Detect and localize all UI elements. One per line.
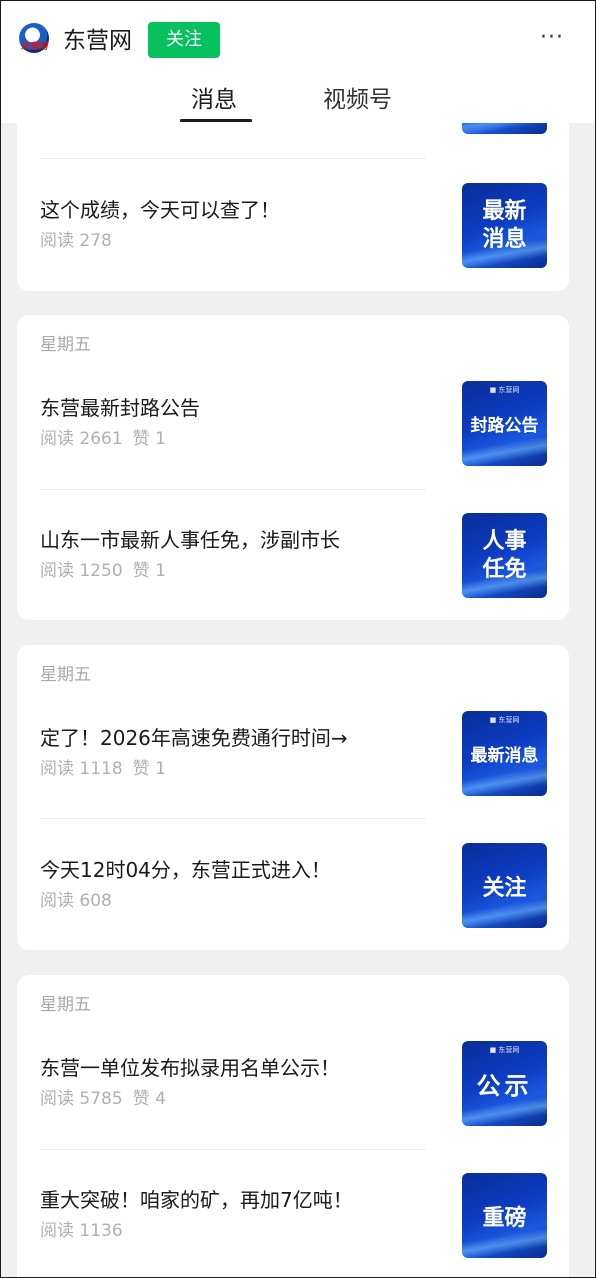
date-label: 星期五	[40, 665, 91, 685]
thumbnail-caption: 公示	[476, 1072, 533, 1100]
article-item[interactable]: 东营一单位发布拟录用名单公示！ 阅读 5785 赞 4 ■ 东营网 公示	[17, 1039, 569, 1149]
divider	[40, 158, 426, 159]
thumbnail-caption: 关注	[482, 875, 527, 901]
article-item[interactable]: 这个成绩，今天可以查了！ 阅读 278 最新 消息	[17, 181, 569, 291]
article-thumbnail[interactable]: 最新 消息	[462, 183, 547, 268]
article-thumbnail[interactable]: ■ 东营网 封路公告	[462, 381, 547, 466]
read-count: 阅读 608	[40, 891, 112, 911]
article-thumbnail[interactable]: 人事 任免	[462, 513, 547, 598]
article-title[interactable]: 重大突破！咱家的矿，再加7亿吨！	[40, 1185, 353, 1215]
article-meta: 阅读 5785 赞 4	[40, 1087, 166, 1111]
article-item[interactable]: 重大突破！咱家的矿，再加7亿吨！ 阅读 1136 重磅	[17, 1171, 569, 1277]
thumbnail-caption: 封路公告	[470, 416, 539, 436]
article-title[interactable]: 今天12时04分，东营正式进入！	[40, 855, 331, 885]
article-meta: 阅读 2661 赞 1	[40, 427, 166, 451]
read-count: 阅读 2661	[40, 429, 123, 449]
article-item[interactable]: 定了！2026年高速免费通行时间→ 阅读 1118 赞 1 ■ 东营网 最新消息	[17, 709, 569, 819]
read-count: 阅读 278	[40, 231, 112, 251]
article-item[interactable]: 山东一市最新人事任免，涉副市长 阅读 1250 赞 1 人事 任免	[17, 511, 569, 621]
thumbnail-caption: 最新消息	[470, 746, 539, 766]
like-count: 赞 1	[132, 561, 166, 581]
like-count: 赞 1	[132, 429, 166, 449]
like-count: 赞 1	[132, 759, 166, 779]
article-group-card: 星期五 东营最新封路公告 阅读 2661 赞 1 ■ 东营网 封路公告 山东一市最…	[17, 315, 569, 620]
article-meta: 阅读 1250 赞 1	[40, 559, 166, 583]
divider	[40, 489, 426, 490]
like-count: 赞 4	[132, 1089, 166, 1109]
date-label: 星期五	[40, 995, 91, 1015]
divider	[40, 818, 426, 819]
article-group-card: 星期五 东营一单位发布拟录用名单公示！ 阅读 5785 赞 4 ■ 东营网 公示 …	[17, 975, 569, 1277]
article-meta: 阅读 1136	[40, 1219, 123, 1243]
date-label: 星期五	[40, 335, 91, 355]
account-name[interactable]: 东营网	[63, 25, 132, 57]
article-title[interactable]: 这个成绩，今天可以查了！	[40, 195, 280, 225]
article-thumbnail[interactable]: 重磅	[462, 1173, 547, 1258]
thumbnail-caption: 重磅	[482, 1205, 527, 1231]
account-header: 东营网 东营网 关注 ··· 消息 视频号	[1, 1, 595, 123]
read-count: 阅读 1136	[40, 1221, 123, 1241]
read-count: 阅读 5785	[40, 1089, 123, 1109]
read-count: 阅读 1118	[40, 759, 123, 779]
more-options-icon[interactable]: ···	[537, 27, 567, 51]
tab-messages[interactable]: 消息	[191, 83, 237, 117]
article-title[interactable]: 定了！2026年高速免费通行时间→	[40, 723, 348, 753]
tab-channels[interactable]: 视频号	[323, 83, 392, 117]
article-item[interactable]: 东营最新封路公告 阅读 2661 赞 1 ■ 东营网 封路公告	[17, 379, 569, 489]
thumbnail-caption: 最新 消息	[482, 198, 527, 252]
article-meta: 阅读 278	[40, 229, 112, 253]
article-thumbnail[interactable]: ■ 东营网 公示	[462, 1041, 547, 1126]
read-count: 阅读 1250	[40, 561, 123, 581]
article-meta: 阅读 608	[40, 889, 112, 913]
article-thumbnail[interactable]: 关注	[462, 843, 547, 928]
follow-button[interactable]: 关注	[148, 22, 220, 58]
divider	[40, 1149, 426, 1150]
article-title[interactable]: 山东一市最新人事任免，涉副市长	[40, 525, 340, 555]
article-meta: 阅读 1118 赞 1	[40, 757, 166, 781]
article-item[interactable]: 今天12时04分，东营正式进入！ 阅读 608 关注	[17, 841, 569, 951]
article-title[interactable]: 东营最新封路公告	[40, 393, 200, 423]
article-thumbnail[interactable]: ■ 东营网 最新消息	[462, 711, 547, 796]
article-title[interactable]: 东营一单位发布拟录用名单公示！	[40, 1053, 340, 1083]
article-group-card: 星期五 定了！2026年高速免费通行时间→ 阅读 1118 赞 1 ■ 东营网 最…	[17, 645, 569, 950]
app-frame: 这个成绩，今天可以查了！ 阅读 278 最新 消息 星期五 东营最新封路公告 阅…	[0, 0, 596, 1278]
logo-wordmark: 东营网	[20, 42, 48, 52]
thumbnail-caption: 人事 任免	[482, 528, 527, 582]
active-tab-indicator	[180, 119, 252, 122]
